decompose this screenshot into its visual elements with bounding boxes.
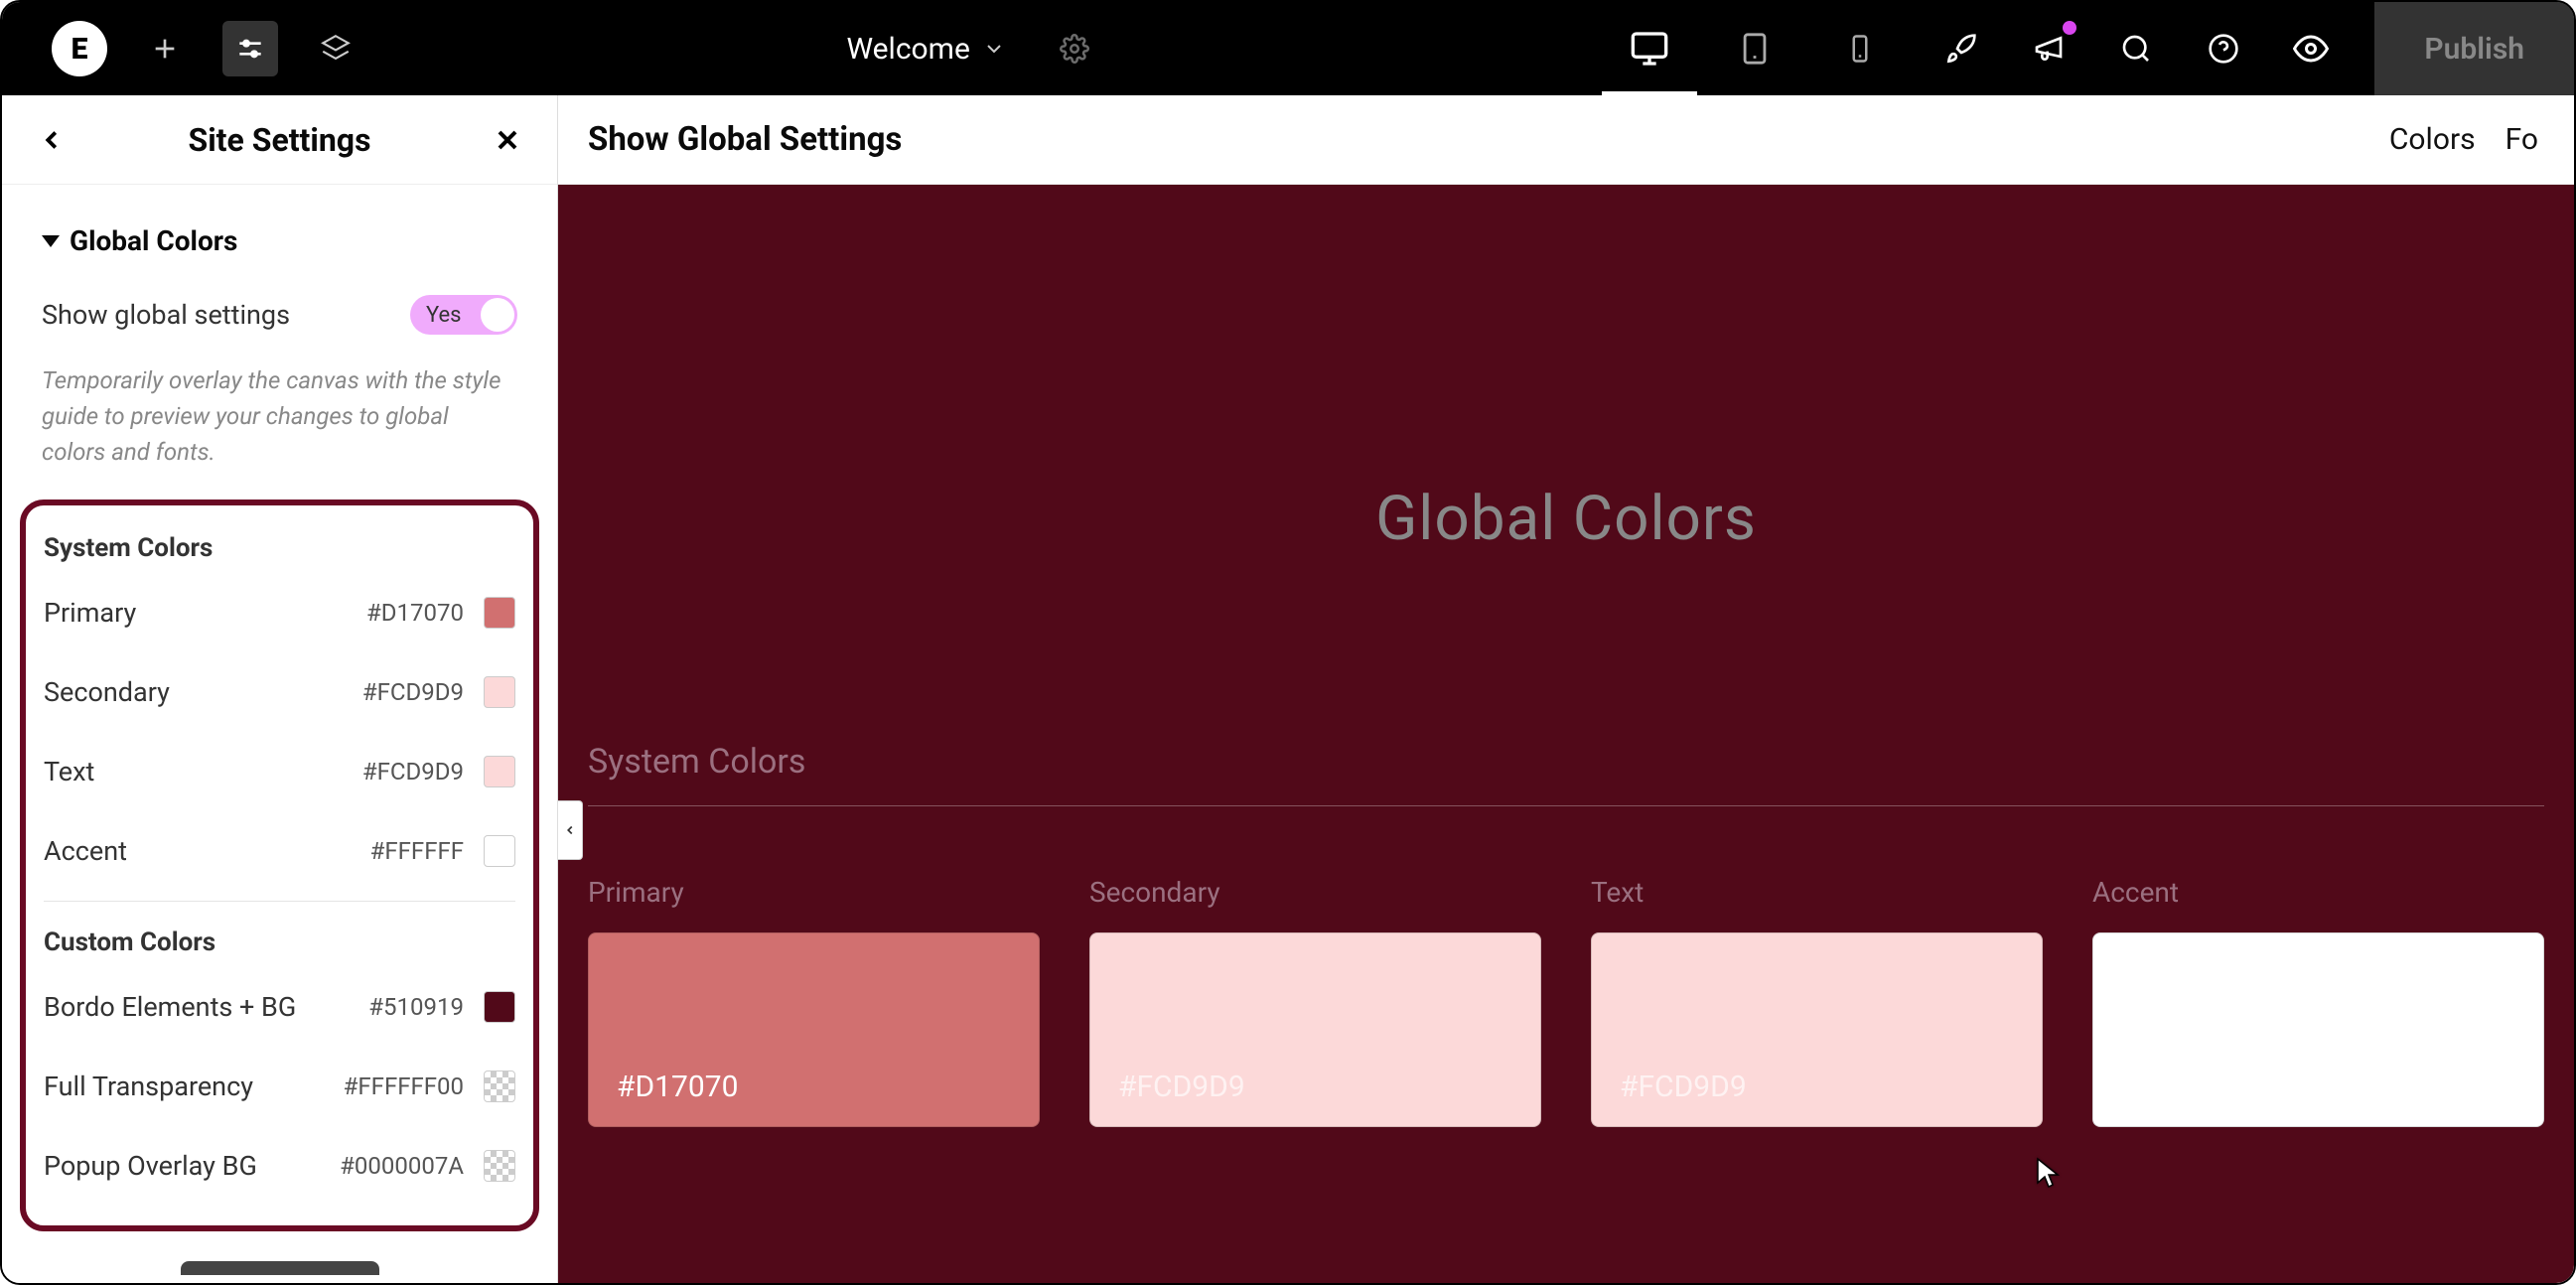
color-swatch[interactable] [484, 835, 515, 867]
color-name: Secondary [44, 676, 362, 708]
color-swatch[interactable] [484, 1150, 515, 1182]
tablet-device-button[interactable] [1727, 9, 1783, 88]
color-card-column: Accent [2092, 876, 2544, 1127]
add-element-button[interactable] [137, 21, 193, 76]
bottom-drag-handle[interactable] [181, 1261, 379, 1275]
color-hex: #510919 [368, 993, 464, 1021]
top-bar: E Welcome [2, 2, 2574, 95]
color-name: Text [44, 756, 362, 787]
settings-sidebar: Site Settings Global Colors Show global … [2, 95, 558, 1283]
card-hex: #FCD9D9 [1118, 1070, 1245, 1104]
notification-badge [2063, 21, 2076, 35]
color-card-column: Primary #D17070 [588, 876, 1040, 1127]
page-name[interactable]: Welcome [846, 32, 969, 67]
color-name: Full Transparency [44, 1071, 344, 1102]
color-swatch[interactable] [484, 756, 515, 787]
site-settings-button[interactable] [222, 21, 278, 76]
elementor-logo-glyph: E [72, 32, 88, 67]
color-swatch[interactable] [484, 991, 515, 1023]
elementor-logo[interactable]: E [52, 21, 107, 76]
card-label: Secondary [1089, 876, 1541, 909]
color-row[interactable]: Secondary #FCD9D9 [44, 652, 515, 732]
close-button[interactable] [488, 120, 527, 160]
sidebar-title: Site Settings [72, 121, 488, 159]
color-name: Bordo Elements + BG [44, 991, 368, 1023]
gear-icon[interactable] [1060, 34, 1089, 64]
preview-canvas: Global Colors System Colors Primary #D17… [558, 185, 2574, 1283]
megaphone-icon[interactable] [2025, 25, 2073, 72]
color-name: Primary [44, 597, 366, 629]
tab-colors[interactable]: Colors [2389, 122, 2476, 157]
color-row[interactable]: Primary #D17070 [44, 573, 515, 652]
canvas-section-title: System Colors [588, 734, 2544, 805]
back-button[interactable] [32, 120, 72, 160]
structure-button[interactable] [308, 21, 363, 76]
main-header-title: Show Global Settings [588, 120, 902, 159]
global-colors-section-header[interactable]: Global Colors [32, 205, 527, 277]
divider [44, 901, 515, 902]
mouse-cursor [2036, 1157, 2060, 1189]
color-swatch[interactable] [484, 597, 515, 629]
canvas-title: Global Colors [588, 185, 2544, 734]
main-area: Show Global Settings Colors Fo Global Co… [558, 95, 2574, 1283]
show-global-settings-label: Show global settings [42, 299, 290, 331]
color-card[interactable]: #FCD9D9 [1089, 932, 1541, 1127]
system-colors-heading: System Colors [44, 517, 515, 573]
chevron-down-icon[interactable] [982, 37, 1006, 61]
color-row[interactable]: Popup Overlay BG #0000007A [44, 1126, 515, 1206]
color-row[interactable]: Text #FCD9D9 [44, 732, 515, 811]
collapse-sidebar-handle[interactable] [558, 800, 583, 860]
colors-highlight-box: System Colors Primary #D17070 Secondary … [20, 500, 539, 1231]
show-global-settings-toggle[interactable]: Yes [410, 295, 517, 335]
color-card-column: Secondary #FCD9D9 [1089, 876, 1541, 1127]
color-hex: #FFFFFF00 [344, 1072, 464, 1100]
mobile-device-button[interactable] [1832, 9, 1888, 88]
color-hex: #FFFFFF [370, 837, 464, 865]
desktop-device-button[interactable] [1622, 9, 1677, 88]
color-hex: #FCD9D9 [362, 758, 464, 785]
rocket-icon[interactable] [1937, 25, 1985, 72]
color-hex: #D17070 [366, 599, 464, 627]
help-icon[interactable] [2200, 25, 2247, 72]
toggle-knob [481, 298, 514, 332]
color-hex: #0000007A [340, 1152, 464, 1180]
tab-fonts[interactable]: Fo [2505, 122, 2538, 157]
card-label: Primary [588, 876, 1040, 909]
help-text: Temporarily overlay the canvas with the … [32, 353, 527, 500]
color-name: Popup Overlay BG [44, 1150, 340, 1182]
search-icon[interactable] [2112, 25, 2160, 72]
color-card[interactable]: #D17070 [588, 932, 1040, 1127]
color-card[interactable]: #FCD9D9 [1591, 932, 2043, 1127]
color-swatch[interactable] [484, 676, 515, 708]
caret-down-icon [42, 235, 60, 247]
color-row[interactable]: Bordo Elements + BG #510919 [44, 967, 515, 1047]
card-label: Accent [2092, 876, 2544, 909]
color-row[interactable]: Accent #FFFFFF [44, 811, 515, 891]
color-name: Accent [44, 835, 370, 867]
color-card[interactable] [2092, 932, 2544, 1127]
card-hex: #FCD9D9 [1620, 1070, 1747, 1104]
color-hex: #FCD9D9 [362, 678, 464, 706]
card-hex: #D17070 [617, 1070, 738, 1104]
color-swatch[interactable] [484, 1071, 515, 1102]
card-label: Text [1591, 876, 2043, 909]
color-row[interactable]: Full Transparency #FFFFFF00 [44, 1047, 515, 1126]
color-card-column: Text #FCD9D9 [1591, 876, 2043, 1127]
preview-icon[interactable] [2287, 25, 2335, 72]
custom-colors-heading: Custom Colors [44, 912, 515, 967]
publish-button[interactable]: Publish [2374, 2, 2574, 95]
